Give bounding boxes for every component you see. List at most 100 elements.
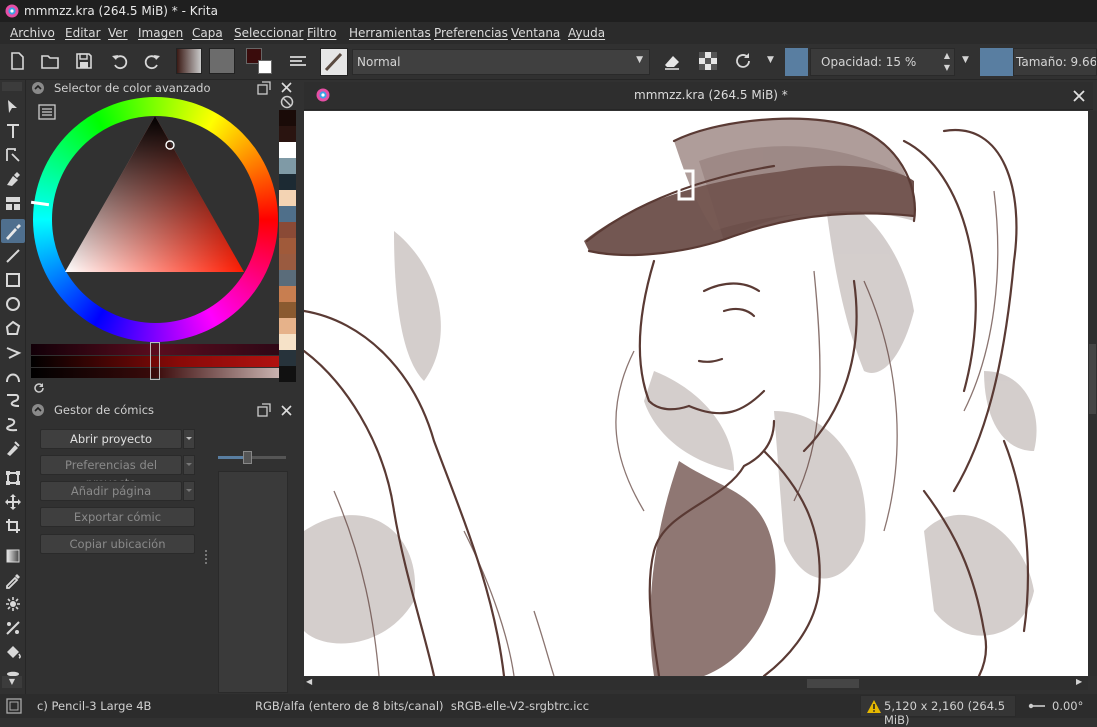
menu-seleccionar[interactable]: Seleccionar [234,26,303,40]
assistant-tool-2-icon[interactable] [3,618,23,638]
palette-swatch[interactable] [279,334,296,350]
scroll-right-arrow-icon[interactable]: ▶ [1076,677,1082,686]
zoom-slider-handle[interactable] [243,451,252,464]
palette-swatch[interactable] [279,158,296,174]
rectangle-tool-icon[interactable] [3,270,23,290]
horizontal-scrollbar-thumb[interactable] [807,679,859,688]
transform-tool-icon[interactable] [3,468,23,488]
menu-ver[interactable]: Ver [108,26,128,40]
scroll-left-arrow-icon[interactable]: ◀ [306,677,312,686]
preserve-alpha-icon[interactable] [697,50,719,72]
toolbox-handle[interactable] [2,82,22,91]
line-tool-icon[interactable] [3,246,23,266]
redo-icon[interactable] [141,50,163,72]
menu-filtro[interactable]: Filtro [307,26,336,40]
move-tool-icon[interactable] [3,492,23,512]
assistant-tool-icon[interactable] [3,193,23,213]
menu-editar[interactable]: Editar [65,26,101,40]
palette-swatch[interactable] [279,238,296,254]
export-comic-button[interactable]: Exportar cómic [40,507,195,527]
select-shapes-tool-icon[interactable] [3,97,23,117]
pages-list[interactable] [218,471,288,693]
menu-preferencias[interactable]: Preferencias [434,26,508,40]
copy-location-button[interactable]: Copiar ubicación [40,534,195,554]
menu-archivo[interactable]: Archivo [10,26,55,40]
docker-collapse-icon[interactable] [31,81,45,95]
menu-ayuda[interactable]: Ayuda [568,26,605,40]
freehand-path-tool-icon[interactable] [3,390,23,410]
zoom-slider[interactable] [218,451,286,464]
add-page-button[interactable]: Añadir página [40,481,182,501]
multibrush-tool-icon[interactable] [3,438,23,458]
palette-swatch[interactable] [279,270,296,286]
edit-shapes-tool-icon[interactable] [3,145,23,165]
docker-collapse-icon[interactable] [31,403,45,417]
reload-preset-icon[interactable] [732,50,754,72]
float-docker-icon[interactable] [257,403,271,417]
fill-tool-icon[interactable] [3,642,23,662]
bezier-curve-tool-icon[interactable] [3,366,23,386]
palette-swatch[interactable] [279,366,296,382]
open-project-dropdown[interactable] [183,429,195,449]
canvas[interactable] [304,111,1088,676]
background-color-swatch[interactable] [258,60,272,74]
vertical-scrollbar[interactable] [1088,111,1097,676]
palette-swatch[interactable] [279,286,296,302]
eraser-icon[interactable] [661,50,683,72]
menu-imagen[interactable]: Imagen [138,26,183,40]
text-tool-icon[interactable] [3,121,23,141]
polyline-tool-icon[interactable] [3,342,23,362]
palette-swatch[interactable] [279,190,296,206]
toolbox-expand-button[interactable]: ▼ [2,676,22,688]
chevron-down-icon[interactable]: ▼ [962,55,969,65]
spin-arrows-icon[interactable]: ▲ ▼ [944,50,950,74]
ellipse-tool-icon[interactable] [3,294,23,314]
color-picker-tool-icon[interactable] [3,570,23,590]
opacity-slider[interactable]: Opacidad: 15 % ▲ ▼ [810,48,955,76]
gradient-tool-icon[interactable] [3,546,23,566]
menu-ventana[interactable]: Ventana [511,26,560,40]
refresh-icon[interactable] [32,381,46,395]
palette-swatch[interactable] [279,110,296,126]
close-document-icon[interactable] [1072,89,1086,103]
palette-swatch[interactable] [279,254,296,270]
crop-tool-icon[interactable] [3,516,23,536]
no-color-icon[interactable] [280,95,294,109]
open-folder-icon[interactable] [39,50,61,72]
palette-swatch[interactable] [279,206,296,222]
palette-swatch[interactable] [279,142,296,158]
menu-herramientas[interactable]: Herramientas [349,26,431,40]
palette-swatch[interactable] [279,222,296,238]
saturation-value-triangle[interactable] [65,116,245,274]
save-icon[interactable] [73,50,95,72]
close-docker-icon[interactable] [280,404,293,417]
brush-editor-icon[interactable] [287,50,309,72]
brush-preset-button[interactable] [320,48,348,76]
horizontal-scrollbar[interactable]: ◀ ▶ [304,677,1088,690]
palette-swatch[interactable] [279,174,296,190]
smart-patch-tool-icon[interactable] [3,594,23,614]
add-page-dropdown[interactable] [183,481,195,501]
vertical-scrollbar-thumb[interactable] [1089,344,1096,414]
size-slider[interactable]: Tamaño: 9.66 px [1013,48,1097,76]
gradient-preset-button[interactable] [176,48,202,74]
palette-swatch[interactable] [279,350,296,366]
open-project-button[interactable]: Abrir proyecto [40,429,182,449]
close-docker-icon[interactable] [280,81,293,94]
freehand-brush-tool-active[interactable] [1,219,25,243]
menu-capa[interactable]: Capa [192,26,223,40]
palette-swatch[interactable] [279,318,296,334]
calligraphy-tool-icon[interactable] [3,169,23,189]
project-settings-dropdown[interactable] [183,455,195,475]
image-size-indicator[interactable]: 5,120 x 2,160 (264.5 MiB) [860,695,1016,727]
chevron-down-icon[interactable]: ▼ [767,55,774,65]
opacity-lock-button[interactable] [785,48,808,76]
color-settings-icon[interactable] [38,104,56,120]
blend-mode-select[interactable]: Normal ▼ [352,49,650,75]
splitter-handle[interactable] [205,550,208,564]
polygon-tool-icon[interactable] [3,318,23,338]
new-document-icon[interactable] [6,50,28,72]
palette-swatch[interactable] [279,302,296,318]
undo-icon[interactable] [109,50,131,72]
palette-swatch[interactable] [279,126,296,142]
